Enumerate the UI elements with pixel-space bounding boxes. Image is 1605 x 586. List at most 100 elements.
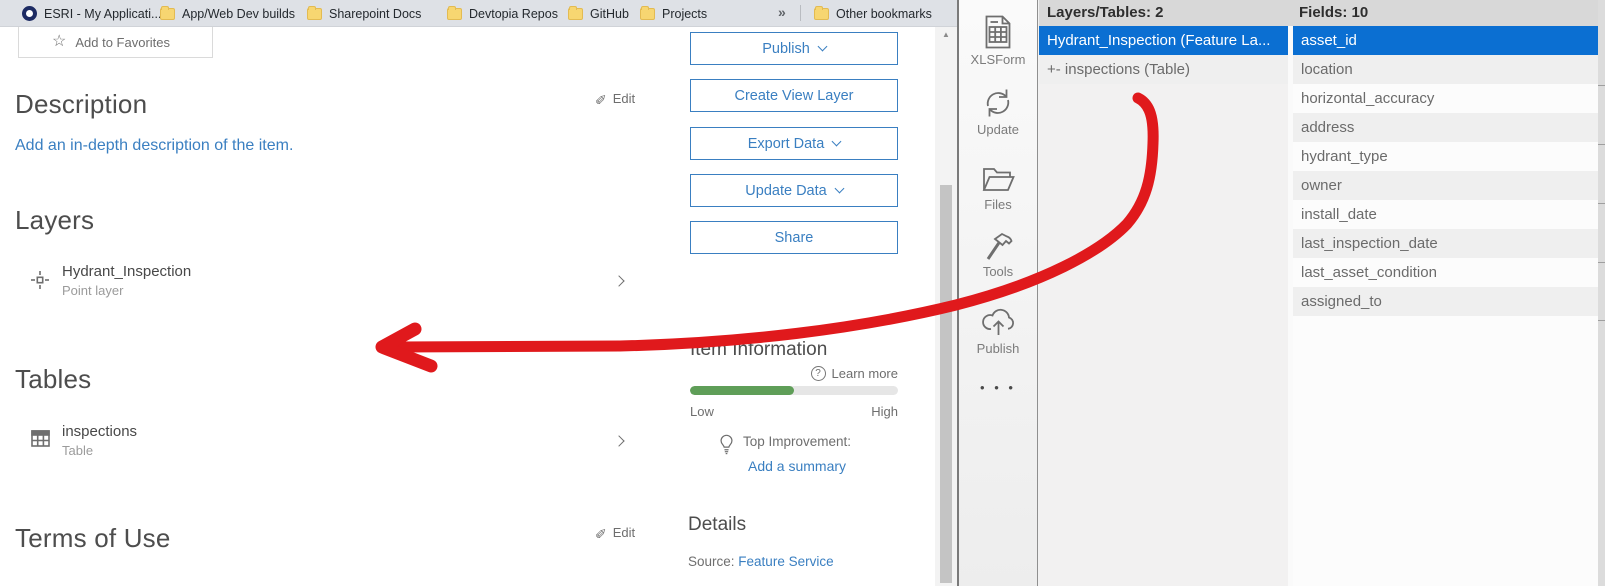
chevron-down-icon bbox=[834, 183, 845, 194]
bookmark-label: Sharepoint Docs bbox=[329, 6, 422, 21]
field-row[interactable]: last_inspection_date bbox=[1293, 229, 1598, 258]
pencil-icon: ✎ bbox=[595, 91, 607, 107]
publish-button-label: Publish bbox=[762, 40, 810, 57]
layer-row-inspections-table[interactable]: +- inspections (Table) bbox=[1039, 55, 1288, 84]
bookmark-item-devtopia[interactable]: Devtopia Repos bbox=[447, 3, 558, 24]
add-a-summary-link[interactable]: Add a summary bbox=[748, 458, 846, 474]
layer-name: Hydrant_Inspection bbox=[62, 263, 192, 280]
chevron-right-icon[interactable] bbox=[613, 275, 625, 287]
field-row[interactable]: hydrant_type bbox=[1293, 142, 1598, 171]
folder-icon bbox=[982, 168, 1015, 191]
bookmark-item-appwebdev[interactable]: App/Web Dev builds bbox=[160, 3, 295, 24]
survey123-connect-panel: XLSForm Update Files Tools Publish • • •… bbox=[957, 0, 1605, 586]
learn-more-link[interactable]: ? Learn more bbox=[690, 366, 898, 381]
update-data-button[interactable]: Update Data bbox=[690, 174, 898, 207]
add-description-link[interactable]: Add an in-depth description of the item. bbox=[15, 137, 293, 155]
details-heading: Details bbox=[688, 514, 747, 535]
top-improvement-row: Top Improvement: bbox=[719, 434, 851, 455]
nav-label-files[interactable]: Files bbox=[959, 197, 1037, 212]
field-row[interactable]: address bbox=[1293, 113, 1598, 142]
field-row[interactable]: horizontal_accuracy bbox=[1293, 84, 1598, 113]
other-bookmarks-label: Other bookmarks bbox=[836, 6, 932, 21]
folder-icon bbox=[160, 5, 175, 20]
nav-item-xlsform[interactable] bbox=[959, 14, 1037, 55]
connect-lists-header: Layers/Tables: 2 Fields: 10 bbox=[1039, 0, 1605, 26]
xlsform-spreadsheet-icon bbox=[985, 15, 1011, 49]
chevron-right-icon[interactable] bbox=[613, 435, 625, 447]
nav-label-publish[interactable]: Publish bbox=[959, 341, 1037, 356]
field-row[interactable]: last_asset_condition bbox=[1293, 258, 1598, 287]
nav-item-tools[interactable] bbox=[959, 228, 1037, 269]
lightbulb-icon bbox=[720, 434, 733, 455]
bookmark-label: GitHub bbox=[590, 6, 629, 21]
fields-list: asset_id location horizontal_accuracy ad… bbox=[1293, 26, 1598, 586]
edit-terms-button[interactable]: ✎ Edit bbox=[595, 524, 635, 541]
esri-favicon-icon bbox=[22, 6, 37, 21]
point-layer-icon bbox=[30, 270, 50, 295]
bookmark-label: ESRI - My Applicati... bbox=[44, 6, 162, 21]
field-row[interactable]: asset_id bbox=[1293, 26, 1598, 55]
edit-label: Edit bbox=[612, 91, 636, 106]
field-row[interactable]: owner bbox=[1293, 171, 1598, 200]
item-page: ☆ Add to Favorites Description ✎ Edit Ad… bbox=[0, 27, 935, 586]
question-circle-icon: ? bbox=[810, 366, 826, 381]
scrollbar-thumb[interactable] bbox=[940, 185, 952, 583]
layer-type: Point layer bbox=[62, 283, 124, 298]
folder-icon bbox=[814, 5, 829, 20]
pencil-icon: ✎ bbox=[595, 525, 607, 541]
nav-item-update[interactable] bbox=[959, 86, 1037, 125]
nav-label-xlsform[interactable]: XLSForm bbox=[959, 52, 1037, 67]
layers-tables-list: Hydrant_Inspection (Feature La... +- ins… bbox=[1039, 26, 1288, 586]
feature-service-link[interactable]: Feature Service bbox=[738, 554, 833, 569]
bookmarks-bar: ESRI - My Applicati... App/Web Dev build… bbox=[0, 0, 958, 27]
table-list-item[interactable]: inspections Table bbox=[62, 423, 137, 458]
low-label: Low bbox=[690, 404, 714, 419]
top-improvement-label: Top Improvement: bbox=[743, 434, 852, 449]
bookmark-item-esri[interactable]: ESRI - My Applicati... bbox=[22, 3, 161, 24]
other-bookmarks-button[interactable]: Other bookmarks bbox=[814, 3, 932, 24]
bookmark-item-sharepoint[interactable]: Sharepoint Docs bbox=[307, 3, 421, 24]
hammer-icon bbox=[986, 232, 1013, 260]
bookmarks-separator bbox=[800, 5, 801, 21]
nav-item-files[interactable] bbox=[959, 161, 1037, 200]
row-tick bbox=[1598, 85, 1605, 86]
field-row[interactable]: assigned_to bbox=[1293, 287, 1598, 316]
publish-button[interactable]: Publish bbox=[690, 32, 898, 65]
layer-row-hydrant-inspection[interactable]: Hydrant_Inspection (Feature La... bbox=[1039, 26, 1288, 55]
table-type: Table bbox=[62, 443, 94, 458]
edit-description-button[interactable]: ✎ Edit bbox=[595, 90, 635, 107]
scroll-up-arrow-icon[interactable]: ▲ bbox=[935, 30, 957, 39]
layers-heading: Layers bbox=[15, 205, 95, 235]
page-scrollbar[interactable]: ▲ bbox=[935, 27, 957, 586]
folder-icon bbox=[640, 5, 655, 20]
item-info-progress-bar bbox=[690, 386, 898, 395]
share-button-label: Share bbox=[774, 229, 814, 246]
bookmark-item-projects[interactable]: Projects bbox=[640, 3, 707, 24]
export-data-button[interactable]: Export Data bbox=[690, 127, 898, 160]
connect-nav-rail: XLSForm Update Files Tools Publish • • • bbox=[959, 0, 1038, 586]
nav-label-update[interactable]: Update bbox=[959, 122, 1037, 137]
nav-item-publish[interactable] bbox=[959, 303, 1037, 344]
fields-scroll-strip[interactable] bbox=[1598, 0, 1605, 586]
share-button[interactable]: Share bbox=[690, 221, 898, 254]
folder-icon bbox=[447, 5, 462, 20]
nav-more-ellipsis-button[interactable]: • • • bbox=[959, 380, 1037, 395]
item-info-progress-fill bbox=[690, 386, 794, 395]
folder-icon bbox=[568, 5, 583, 20]
nav-label-tools[interactable]: Tools bbox=[959, 264, 1037, 279]
folder-icon bbox=[307, 5, 322, 20]
source-row: Source: Feature Service bbox=[688, 554, 834, 569]
update-data-label: Update Data bbox=[745, 182, 827, 199]
add-to-favorites-button[interactable]: ☆ Add to Favorites bbox=[18, 27, 213, 58]
layer-list-item[interactable]: Hydrant_Inspection Point layer bbox=[62, 263, 191, 298]
field-row[interactable]: install_date bbox=[1293, 200, 1598, 229]
bookmark-item-github[interactable]: GitHub bbox=[568, 3, 629, 24]
layers-tables-count-header: Layers/Tables: 2 bbox=[1047, 4, 1164, 21]
edit-label: Edit bbox=[612, 525, 636, 540]
bookmarks-overflow-chevron-icon[interactable]: » bbox=[778, 4, 786, 20]
field-row[interactable]: location bbox=[1293, 55, 1598, 84]
create-view-layer-button[interactable]: Create View Layer bbox=[690, 79, 898, 112]
cloud-upload-icon bbox=[981, 308, 1014, 335]
add-to-favorites-label: Add to Favorites bbox=[75, 34, 170, 50]
table-name: inspections bbox=[62, 423, 138, 440]
